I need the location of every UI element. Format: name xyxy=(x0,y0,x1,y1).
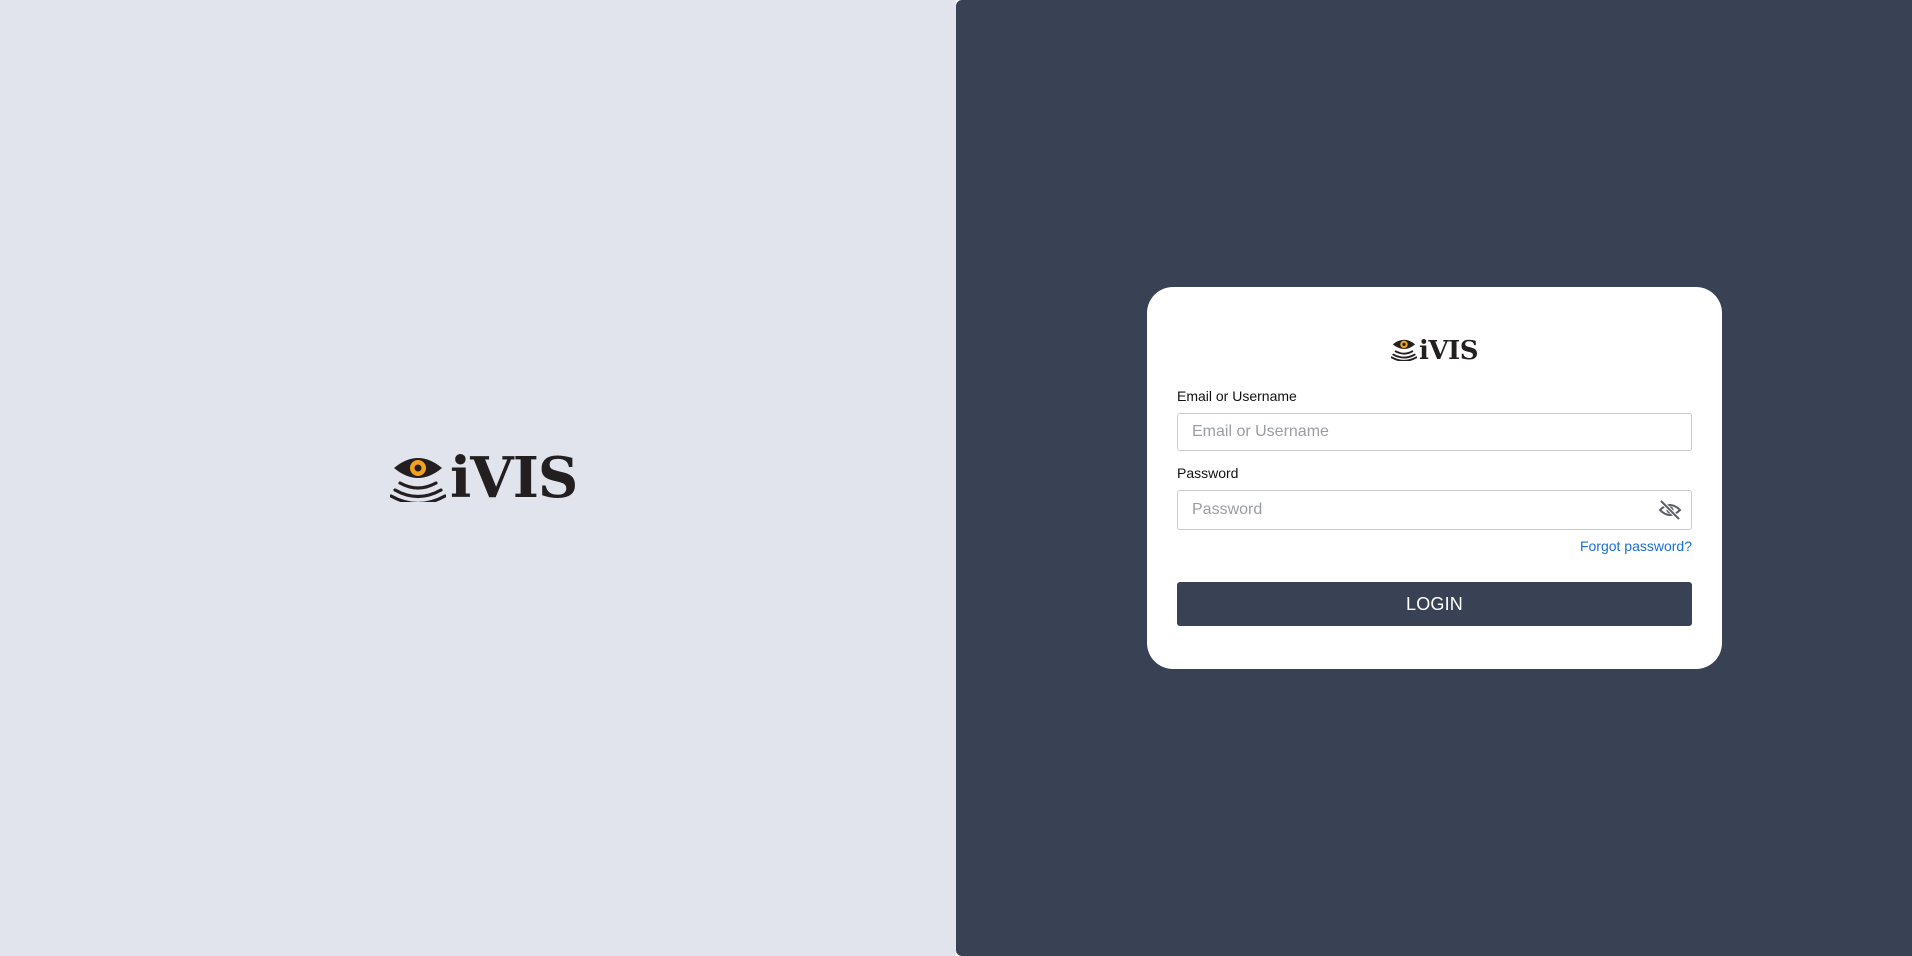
login-card: iVIS Email or Username Password xyxy=(1147,287,1722,669)
password-field-wrap xyxy=(1177,490,1692,530)
password-input[interactable] xyxy=(1177,490,1692,530)
username-label: Email or Username xyxy=(1177,388,1297,404)
eye-signal-icon xyxy=(390,454,446,502)
eye-off-icon[interactable] xyxy=(1658,499,1682,521)
login-button[interactable]: LOGIN xyxy=(1177,582,1692,626)
brand-logo: iVIS xyxy=(390,445,578,511)
forgot-row: Forgot password? xyxy=(1177,538,1692,556)
forgot-password-link[interactable]: Forgot password? xyxy=(1580,538,1692,554)
eye-signal-icon xyxy=(1390,337,1418,366)
password-label: Password xyxy=(1177,465,1239,481)
card-logo: iVIS xyxy=(1177,337,1692,365)
login-page: iVIS iVIS Email or Username Email or Use… xyxy=(0,0,1912,956)
card-wordmark: iVIS xyxy=(1419,336,1479,366)
brand-panel: iVIS xyxy=(0,0,956,956)
username-field-wrap xyxy=(1177,413,1692,451)
brand-wordmark: iVIS xyxy=(450,445,578,511)
username-input[interactable] xyxy=(1177,413,1692,451)
login-panel: iVIS Email or Username Password xyxy=(956,0,1912,956)
